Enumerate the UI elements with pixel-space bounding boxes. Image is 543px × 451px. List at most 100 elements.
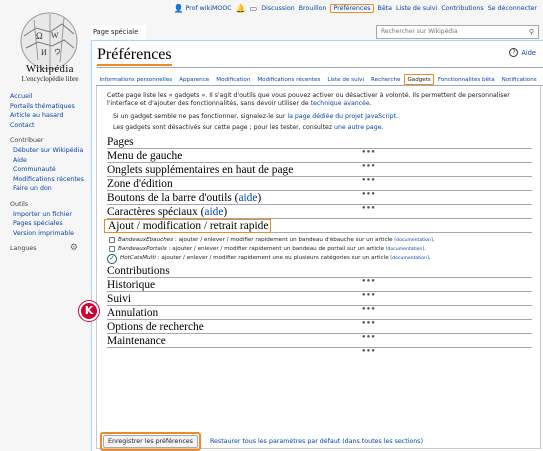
sidebar-item-pages-speciales[interactable]: Pages spéciales (13, 220, 63, 227)
tab-modification[interactable]: Modification (213, 74, 254, 85)
content-area: Préférences ? Aide Informations personne… (91, 40, 543, 451)
beta-link[interactable]: Bêta (378, 5, 393, 12)
wordmark-tagline: L'encyclopédie libre (21, 75, 79, 83)
sidebar-item-debuter[interactable]: Débuter sur Wikipédia (13, 147, 83, 154)
gadget-hotcats-multi[interactable]: ✓ HotCatsMulti : ajouter / enlever / mod… (107, 253, 532, 264)
gadget-checkbox[interactable] (109, 237, 115, 244)
checked-checkbox-icon[interactable]: ✓ (107, 253, 117, 264)
help-label[interactable]: Aide (521, 49, 536, 57)
wordmark-title: Wikipédia (26, 64, 74, 75)
preferences-tabs: Informations personnelles Apparence Modi… (96, 74, 543, 86)
javascript-project-link[interactable]: la page dédiée du projet JavaScript (287, 113, 396, 120)
expand-dots-icon[interactable]: ●●● (362, 162, 376, 170)
wikipedia-wordmark: Wikipédia L'encyclopédie libre (0, 64, 100, 83)
user-menu[interactable]: 👤 Prof wikiMOOC (173, 4, 231, 13)
sidebar-item-version-imprimable[interactable]: Version imprimable (13, 230, 74, 237)
svg-text:И: И (41, 48, 47, 57)
contributions-link[interactable]: Contributions (441, 5, 483, 12)
tab-special-page[interactable]: Page spéciale (91, 25, 147, 40)
section-pages: Pages (107, 135, 532, 149)
sidebar-heading-outils: Outils (10, 200, 29, 208)
expand-dots-icon[interactable]: ●●● (362, 333, 376, 341)
section-more[interactable]: ●●● (107, 348, 532, 356)
sidebar-tools: Outils Importer un fichier Pages spécial… (10, 200, 94, 238)
aide-link[interactable]: aide (238, 192, 257, 204)
svg-text:ウ: ウ (54, 48, 61, 56)
sidebar-item-article-hasard[interactable]: Article au hasard (10, 112, 64, 119)
gadget-bandeaux-portails[interactable]: BandeauxPortails : ajouter / enlever / m… (107, 245, 532, 254)
section-annulation[interactable]: Annulation ●●● (107, 306, 532, 320)
user-name-link[interactable]: Prof wikiMOOC (185, 5, 231, 12)
documentation-link[interactable]: [documentation] (394, 238, 432, 243)
bell-icon[interactable]: 🔔 (236, 4, 246, 13)
sidebar-item-importer-fichier[interactable]: Importer un fichier (13, 211, 72, 218)
logout-link[interactable]: Se déconnecter (488, 5, 537, 12)
tab-liste-de-suivi[interactable]: Liste de suivi (324, 74, 368, 85)
gear-icon[interactable]: ⚙ (70, 244, 78, 254)
preferences-link[interactable]: Préférences (330, 4, 374, 13)
report-note: Si un gadget semble ne pas fonctionner, … (113, 113, 399, 121)
section-boutons-barre-outils[interactable]: Boutons de la barre d'outils (aide) ●●● (107, 191, 532, 205)
sidebar-contribute: Contribuer Débuter sur Wikipédia Aide Co… (10, 136, 94, 194)
section-ajout-modification-retrait: Ajout / modification / retrait rapide (104, 218, 532, 233)
tab-modifications-recentes[interactable]: Modifications récentes (254, 74, 324, 85)
documentation-link[interactable]: [documentation] (386, 247, 424, 252)
sidebar-item-aide[interactable]: Aide (13, 157, 27, 164)
restore-defaults-link[interactable]: Restaurer tous les paramètres par défaut… (210, 438, 423, 445)
tab-fonctionnalites-beta[interactable]: Fonctionnalités bêta (434, 74, 498, 85)
other-page-link[interactable]: une autre page (334, 124, 381, 131)
gadget-sections: Pages Menu de gauche ●●● Onglets suppléme… (104, 135, 532, 356)
gadget-checkbox[interactable] (109, 246, 115, 253)
help-icon: ? (509, 48, 519, 57)
expand-dots-icon[interactable]: ●●● (362, 204, 376, 212)
intro-text: Cette page liste les « gadgets ». Il s'a… (107, 92, 510, 108)
user-icon: 👤 (173, 4, 184, 13)
section-maintenance[interactable]: Maintenance ●●● (107, 334, 532, 348)
brouillon-link[interactable]: Brouillon (299, 5, 327, 12)
save-button[interactable]: Enregistrer les préférences (100, 432, 201, 451)
section-menu-de-gauche[interactable]: Menu de gauche ●●● (107, 149, 532, 163)
expand-dots-icon[interactable]: ●●● (362, 190, 376, 198)
expand-dots-icon[interactable]: ●●● (362, 176, 376, 184)
tab-gadgets[interactable]: Gadgets (403, 74, 435, 85)
search-icon[interactable]: ⚲ (529, 26, 534, 38)
technique-avancee-link[interactable]: technique avancée (311, 100, 370, 107)
help-link[interactable]: ? Aide (509, 48, 536, 57)
search-input[interactable]: Rechercher sur Wikipédia ⚲ (376, 25, 539, 39)
tab-notifications[interactable]: Notifications (498, 74, 540, 85)
gadget-bandeaux-ebauches[interactable]: BandeauxEbauches : ajouter / enlever / m… (107, 236, 532, 245)
expand-dots-icon[interactable]: ●●● (362, 277, 376, 285)
sidebar-item-accueil[interactable]: Accueil (10, 93, 33, 100)
expand-dots-icon[interactable]: ●●● (362, 148, 376, 156)
sidebar-item-contact[interactable]: Contact (10, 122, 35, 129)
disabled-note: Les gadgets sont désactivés sur cette pa… (113, 123, 384, 131)
expand-dots-icon[interactable]: ●●● (362, 347, 376, 355)
section-onglets-supplementaires[interactable]: Onglets supplémentaires en haut de page ●… (107, 163, 532, 177)
section-contributions: Contributions (107, 264, 532, 278)
personal-toolbar: 👤 Prof wikiMOOC 🔔 ▭ Discussion Brouillon… (173, 4, 537, 13)
sidebar-item-faire-un-don[interactable]: Faire un don (13, 185, 52, 192)
title-divider (97, 67, 543, 68)
tab-informations-personnelles[interactable]: Informations personnelles (96, 74, 176, 85)
svg-text:W: W (51, 31, 59, 40)
expand-dots-icon[interactable]: ●●● (362, 305, 376, 313)
documentation-link[interactable]: [documentation] (390, 256, 428, 261)
tab-apparence[interactable]: Apparence (176, 74, 213, 85)
aide-link[interactable]: aide (204, 206, 223, 218)
inbox-icon[interactable]: ▭ (250, 4, 258, 13)
sidebar-item-portails[interactable]: Portails thématiques (10, 103, 75, 110)
section-suivi[interactable]: Suivi ●●● (107, 292, 532, 306)
sidebar-item-modifications-recentes[interactable]: Modifications récentes (13, 176, 84, 183)
gadgets-panel: Cette page liste les « gadgets ». Il s'a… (96, 86, 541, 449)
expand-dots-icon[interactable]: ●●● (362, 319, 376, 327)
section-caracteres-speciaux[interactable]: Caractères spéciaux (aide) ●●● (107, 205, 532, 219)
svg-text:Ω: Ω (36, 31, 43, 41)
section-historique[interactable]: Historique ●●● (107, 278, 532, 292)
section-zone-edition[interactable]: Zone d'édition ●●● (107, 177, 532, 191)
section-options-recherche[interactable]: Options de recherche ●●● (107, 320, 532, 334)
expand-dots-icon[interactable]: ●●● (362, 291, 376, 299)
watchlist-link[interactable]: Liste de suivi (396, 5, 437, 12)
discussion-link[interactable]: Discussion (261, 5, 295, 12)
tab-recherche[interactable]: Recherche (368, 74, 404, 85)
sidebar-item-communaute[interactable]: Communauté (13, 166, 56, 173)
